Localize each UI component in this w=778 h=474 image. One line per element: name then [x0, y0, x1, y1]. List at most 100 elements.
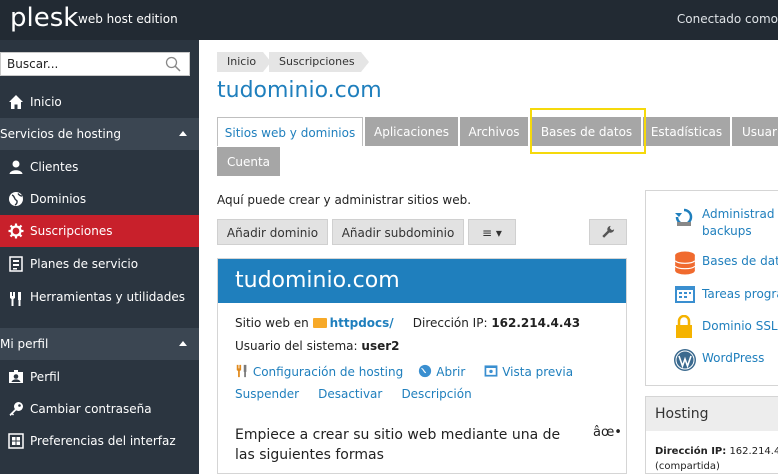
- ip-label: Dirección IP:: [412, 316, 488, 330]
- sidebar-group-label: Mi perfil: [0, 337, 49, 351]
- sidebar-item-dominios[interactable]: Dominios: [0, 183, 199, 215]
- sidebar-group-perfil[interactable]: Mi perfil: [0, 328, 199, 360]
- search-placeholder: Buscar...: [7, 57, 59, 71]
- site-card-title[interactable]: tudominio.com: [235, 268, 400, 293]
- sidebar-group-hosting[interactable]: Servicios de hosting: [0, 118, 199, 150]
- intro-text: Aquí puede crear y administrar sitios we…: [217, 193, 472, 207]
- database-icon: [674, 251, 696, 275]
- hosting-info-box: Hosting Dirección IP: 162.214.4 (compart…: [645, 396, 778, 474]
- sidebar-item-label: Suscripciones: [30, 224, 113, 238]
- site-card: tudominio.com Sitio web en httpdocs/ Dir…: [217, 258, 627, 474]
- tool-databases[interactable]: Bases de dato: [702, 254, 778, 268]
- sidebar-item-label: Preferencias del interfaz: [30, 434, 176, 448]
- plesk-logo[interactable]: plesk: [10, 3, 78, 33]
- sidebar-item-label: Herramientas y utilidades: [30, 290, 186, 304]
- sysuser-line: Usuario del sistema: user2: [235, 339, 400, 353]
- page-title: tudominio.com: [217, 78, 382, 103]
- suspend-link[interactable]: Suspender: [235, 387, 299, 401]
- edition-label: web host edition: [78, 12, 178, 26]
- tab-usuarios[interactable]: Usuar: [732, 117, 778, 146]
- hosting-ip-value: 162.214.4: [729, 446, 778, 457]
- globe-icon: [9, 192, 23, 206]
- sidebar-item-label: Cambiar contraseña: [30, 402, 152, 416]
- lock-icon: [676, 315, 692, 338]
- website-in-label: Sitio web en: [235, 316, 309, 330]
- add-subdomain-button[interactable]: Añadir subdominio: [332, 219, 464, 245]
- website-location-line: Sitio web en httpdocs/ Dirección IP: 162…: [235, 316, 580, 330]
- home-icon: [9, 95, 23, 109]
- connected-as: Conectado como: [676, 12, 778, 26]
- sidebar-item-label: Clientes: [30, 160, 79, 174]
- sidebar-item-label: Inicio: [30, 95, 62, 109]
- gear-icon: [8, 223, 24, 239]
- sidebar-item-inicio[interactable]: Inicio: [0, 86, 199, 118]
- ip-value: 162.214.4.43: [491, 316, 581, 330]
- scheduled-tasks-icon: [675, 286, 695, 303]
- wrench-icon: [602, 225, 615, 238]
- wordpress-icon: [674, 349, 696, 371]
- httpdocs-link[interactable]: httpdocs/: [330, 316, 394, 330]
- tools-panel: Administrad backups Bases de dato Tareas…: [645, 190, 778, 386]
- tool-wordpress[interactable]: WordPress: [702, 351, 764, 365]
- open-globe-icon: [419, 364, 432, 378]
- tab-highlight-box: [530, 108, 646, 154]
- sidebar-item-perfil[interactable]: Perfil: [0, 361, 199, 393]
- tab-cuenta[interactable]: Cuenta: [217, 147, 280, 176]
- tab-estadisticas[interactable]: Estadísticas: [643, 117, 730, 146]
- open-link[interactable]: Abrir: [436, 365, 465, 379]
- collapse-caret-icon: [179, 341, 187, 346]
- sidebar-item-suscripciones[interactable]: Suscripciones: [0, 215, 199, 247]
- key-icon: [9, 402, 23, 416]
- wrench-button[interactable]: [589, 219, 627, 245]
- description-link[interactable]: Descripción: [401, 387, 471, 401]
- sidebar-item-herramientas[interactable]: Herramientas y utilidades: [0, 286, 199, 318]
- start-building-text: Empiece a crear su sitio web mediante un…: [235, 427, 561, 463]
- hosting-ip-label: Dirección IP:: [655, 446, 727, 457]
- tab-archivos[interactable]: Archivos: [460, 117, 528, 146]
- breadcrumb-item-suscripciones[interactable]: Suscripciones: [269, 52, 369, 72]
- sidebar-item-label: Planes de servicio: [30, 257, 139, 271]
- sidebar: Buscar... Inicio Servicios de hosting Cl…: [0, 40, 199, 474]
- site-card-header: tudominio.com: [218, 259, 626, 303]
- sidebar-group-label: Servicios de hosting: [0, 127, 121, 141]
- tab-aplicaciones[interactable]: Aplicaciones: [365, 117, 458, 146]
- sysuser-label: Usuario del sistema:: [235, 339, 358, 353]
- sidebar-item-label: Dominios: [30, 192, 87, 206]
- prefs-icon: [8, 433, 24, 449]
- site-manage-line: Suspender Desactivar Descripción: [235, 387, 472, 401]
- sidebar-item-clientes[interactable]: Clientes: [0, 151, 199, 183]
- breadcrumb-item-inicio[interactable]: Inicio: [217, 52, 271, 72]
- hosting-tools-icon: [236, 364, 247, 378]
- sidebar-item-planes[interactable]: Planes de servicio: [0, 248, 199, 280]
- sysuser-value: user2: [361, 339, 400, 353]
- tool-backup-manager[interactable]: Administrad: [702, 207, 774, 221]
- tool-scheduled-tasks[interactable]: Tareas progra: [702, 287, 778, 301]
- hosting-config-link[interactable]: Configuración de hosting: [253, 365, 403, 379]
- search-icon[interactable]: [165, 56, 181, 72]
- folder-icon: [312, 318, 327, 328]
- tab-sitios-web[interactable]: Sitios web y dominios: [217, 117, 363, 146]
- more-menu-button[interactable]: ≡ ▾: [468, 219, 516, 245]
- tools-icon: [10, 292, 21, 306]
- sidebar-item-preferencias[interactable]: Preferencias del interfaz: [0, 425, 199, 457]
- tool-backup-manager-2[interactable]: backups: [702, 224, 752, 238]
- backup-icon: [675, 208, 693, 226]
- preview-link[interactable]: Vista previa: [502, 365, 573, 379]
- site-actions-line: Configuración de hosting Abrir Vista pre…: [235, 364, 573, 379]
- hosting-ip-shared: (compartida): [655, 461, 720, 472]
- tool-ssl-domain[interactable]: Dominio SSL: [702, 319, 778, 333]
- collapse-caret-icon: [179, 131, 187, 136]
- user-icon: [9, 160, 23, 174]
- hosting-ip-line: Dirección IP: 162.214.4: [655, 446, 778, 457]
- add-domain-button[interactable]: Añadir dominio: [217, 219, 328, 245]
- profile-icon: [9, 370, 23, 383]
- plan-icon: [9, 256, 23, 272]
- sidebar-item-cambiar-contrasena[interactable]: Cambiar contraseña: [0, 393, 199, 425]
- deactivate-link[interactable]: Desactivar: [318, 387, 382, 401]
- preview-icon: [484, 365, 498, 377]
- close-glyph[interactable]: âœ•: [593, 425, 622, 440]
- search-input[interactable]: Buscar...: [0, 52, 190, 76]
- top-bar: plesk web host edition Conectado como: [0, 0, 778, 40]
- hosting-box-title: Hosting: [646, 397, 778, 431]
- sidebar-item-label: Perfil: [30, 370, 61, 384]
